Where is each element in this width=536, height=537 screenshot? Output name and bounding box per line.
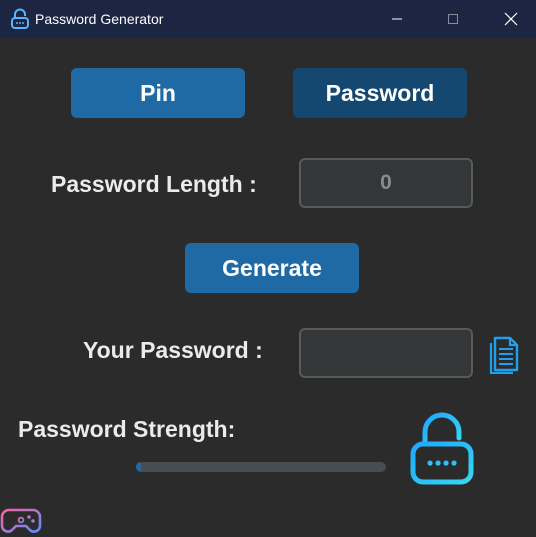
password-length-input[interactable]	[299, 158, 473, 208]
password-strength-label: Password Strength:	[18, 416, 236, 442]
title-bar[interactable]: Password Generator	[0, 0, 536, 38]
gamepad-icon[interactable]	[0, 500, 42, 537]
password-button[interactable]: Password	[293, 68, 467, 118]
pin-button[interactable]: Pin	[71, 68, 245, 118]
your-password-label: Your Password :	[83, 337, 263, 363]
your-password-output[interactable]	[299, 328, 473, 378]
password-length-label: Password Length :	[51, 171, 257, 197]
close-icon	[504, 12, 518, 26]
maximize-button[interactable]	[428, 0, 478, 38]
window-title: Password Generator	[35, 11, 164, 27]
generate-button[interactable]: Generate	[185, 243, 359, 293]
app-lock-icon	[11, 8, 29, 29]
document-copy-icon[interactable]	[486, 334, 522, 374]
maximize-icon	[448, 14, 458, 24]
close-button[interactable]	[486, 0, 536, 38]
minimize-icon	[392, 18, 402, 20]
app-window: Password Generator Pin Password Password…	[0, 0, 536, 537]
minimize-button[interactable]	[372, 0, 422, 38]
strength-progress-bar	[136, 462, 386, 472]
strength-progress-fill	[136, 462, 141, 472]
lock-icon	[410, 412, 474, 485]
